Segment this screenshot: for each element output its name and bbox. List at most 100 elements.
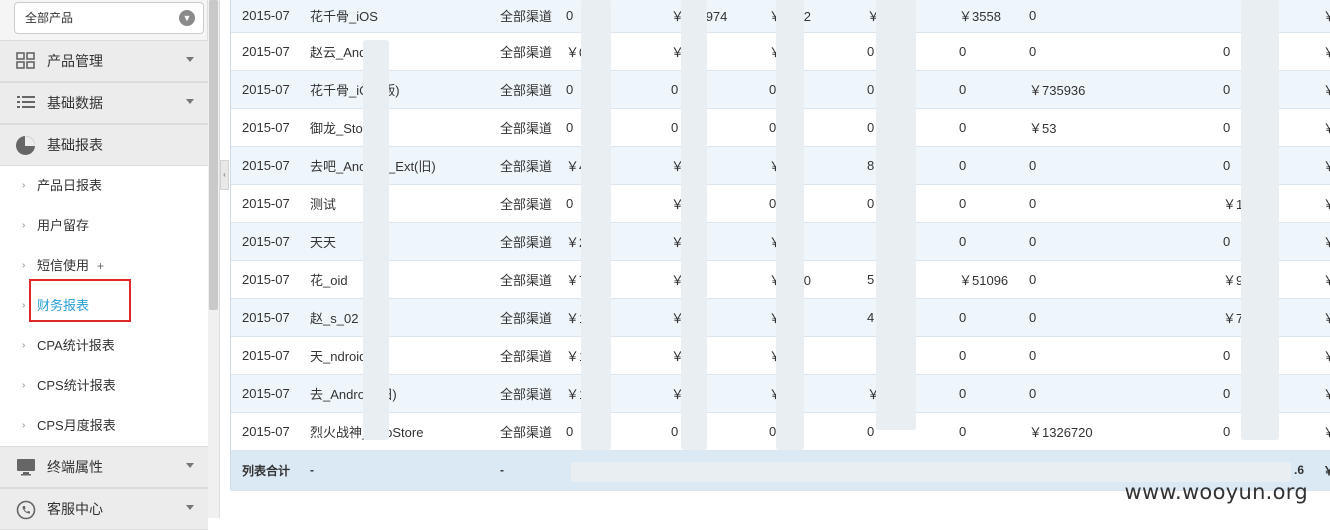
table-cell: 2015-07 (231, 222, 299, 260)
table-cell: ￥24 (660, 146, 758, 184)
sidebar-scrollbar[interactable] (208, 0, 220, 518)
table-cell: 全部渠道 (489, 0, 555, 32)
sidebar: 全部产品 ▼ 产品管理 基础数据 基础报表 › 产品日报表 › 用户留存 › 短… (0, 0, 208, 518)
table-cell (1120, 222, 1212, 260)
table-cell (1120, 298, 1212, 336)
table-cell: 2015-07 (231, 32, 299, 70)
table-cell: ￥12 (1312, 374, 1330, 412)
table-cell: ￥82 (758, 222, 856, 260)
table-cell: 0 (758, 184, 856, 222)
table-cell: 全部渠道 (489, 336, 555, 374)
phone-icon (15, 500, 37, 520)
bullet-icon: › (22, 166, 25, 206)
table-cell: ￥53 (1018, 108, 1120, 146)
sidebar-item-cpa-report[interactable]: › CPA统计报表 (0, 326, 208, 366)
table-cell: 0 (1018, 298, 1120, 336)
table-cell: ￥51096 (948, 260, 1018, 298)
table-cell: 0 (660, 412, 758, 450)
menu-group-base-data[interactable]: 基础数据 (0, 82, 208, 124)
table-cell: ￥0 (660, 184, 758, 222)
table-cell: ￥6 (660, 298, 758, 336)
table-cell: 0 (1018, 0, 1120, 32)
table-cell: 全部渠道 (489, 298, 555, 336)
table-cell: 全部渠道 (489, 412, 555, 450)
table-cell: ￥56 (1312, 298, 1330, 336)
table-cell: 0 (948, 412, 1018, 450)
table-cell: 花千骨_iOS (299, 0, 489, 32)
sidebar-item-cps-monthly[interactable]: › CPS月度报表 (0, 406, 208, 446)
table-cell: 花_oid (299, 260, 489, 298)
table-cell: 0 (758, 70, 856, 108)
table-cell: ￥82 (758, 32, 856, 70)
grid-icon (15, 52, 37, 72)
redaction-block (876, 0, 916, 430)
table-cell: ￥3558 (948, 0, 1018, 32)
total-cell: - (489, 450, 555, 490)
menu-group-base-reports[interactable]: 基础报表 (0, 124, 208, 166)
sidebar-item-label: CPA统计报表 (37, 326, 115, 366)
table-cell: 烈火战神_AppStore (299, 412, 489, 450)
table-cell: ￥21 (1312, 260, 1330, 298)
table-cell: ￥32 (1312, 336, 1330, 374)
plus-icon[interactable]: + (97, 259, 104, 273)
table-cell (1120, 146, 1212, 184)
table-cell (1120, 374, 1212, 412)
table-cell: 2015-07 (231, 260, 299, 298)
chevron-down-icon[interactable]: ▼ (179, 10, 195, 26)
table-cell (1120, 184, 1212, 222)
product-select-value: 全部产品 (25, 11, 73, 25)
sidebar-item-retention[interactable]: › 用户留存 (0, 206, 208, 246)
table-cell: ￥47 (660, 336, 758, 374)
table-cell (1120, 70, 1212, 108)
watermark: www.wooyun.org (1124, 480, 1308, 504)
table-cell: 赵_s_02 (299, 298, 489, 336)
table-cell: ￥ (1312, 184, 1330, 222)
table-cell: ￥82 (758, 298, 856, 336)
table-cell: 0 (948, 32, 1018, 70)
table-cell (1120, 336, 1212, 374)
table-cell: 去吧_Android_Ext(旧) (299, 146, 489, 184)
table-cell: 0 (1018, 222, 1120, 260)
table-cell: 2015-07 (231, 412, 299, 450)
table-cell (1120, 108, 1212, 146)
table-cell: 2015-07 (231, 374, 299, 412)
menu-group-label: 基础数据 (47, 83, 103, 123)
table-cell: 0 (660, 70, 758, 108)
total-label: 列表合计 (231, 450, 299, 490)
table-cell: 0 (948, 222, 1018, 260)
table-cell: 0 (948, 70, 1018, 108)
table-cell: 全部渠道 (489, 222, 555, 260)
menu-group-label: 终端属性 (47, 447, 103, 487)
caret-down-icon (186, 57, 194, 62)
redaction-block (571, 462, 1291, 482)
table-cell: ￥20 (1312, 412, 1330, 450)
redaction-block (1241, 0, 1279, 440)
table-cell: 0 (948, 374, 1018, 412)
table-cell: 花千骨_iOS(版) (299, 70, 489, 108)
menu-group-terminal-attributes[interactable]: 终端属性 (0, 446, 208, 488)
table-cell: 天天 (299, 222, 489, 260)
table-cell: 全部渠道 (489, 260, 555, 298)
redaction-block (681, 0, 707, 450)
table-cell: 2015-07 (231, 108, 299, 146)
table-cell: 2015-07 (231, 146, 299, 184)
menu-group-customer-service[interactable]: 客服中心 (0, 488, 208, 530)
table-cell: ￥735936 (1018, 70, 1120, 108)
table-cell: 天_ndroid (299, 336, 489, 374)
scrollbar-thumb[interactable] (209, 0, 218, 310)
table-cell: 0 (1018, 184, 1120, 222)
caret-down-icon (186, 99, 194, 104)
table-cell: 0 (758, 412, 856, 450)
menu-group-product-management[interactable]: 产品管理 (0, 40, 208, 82)
table-cell: 赵云_Android (299, 32, 489, 70)
table-cell: ￥1326720 (1018, 412, 1120, 450)
sidebar-item-product-daily[interactable]: › 产品日报表 (0, 166, 208, 206)
total-cell: - (299, 450, 489, 490)
collapse-sidebar-handle[interactable]: ‹ (220, 160, 229, 190)
table-cell: ￥6 (758, 374, 856, 412)
product-select[interactable]: 全部产品 ▼ (14, 2, 204, 34)
finance-report-table: 2015-07花千骨_iOS全部渠道0￥446974￥1052￥7106￥355… (230, 0, 1330, 490)
table-cell: 0 (948, 146, 1018, 184)
sidebar-item-cps-report[interactable]: › CPS统计报表 (0, 366, 208, 406)
table-cell: ￥93936 (1312, 0, 1330, 32)
